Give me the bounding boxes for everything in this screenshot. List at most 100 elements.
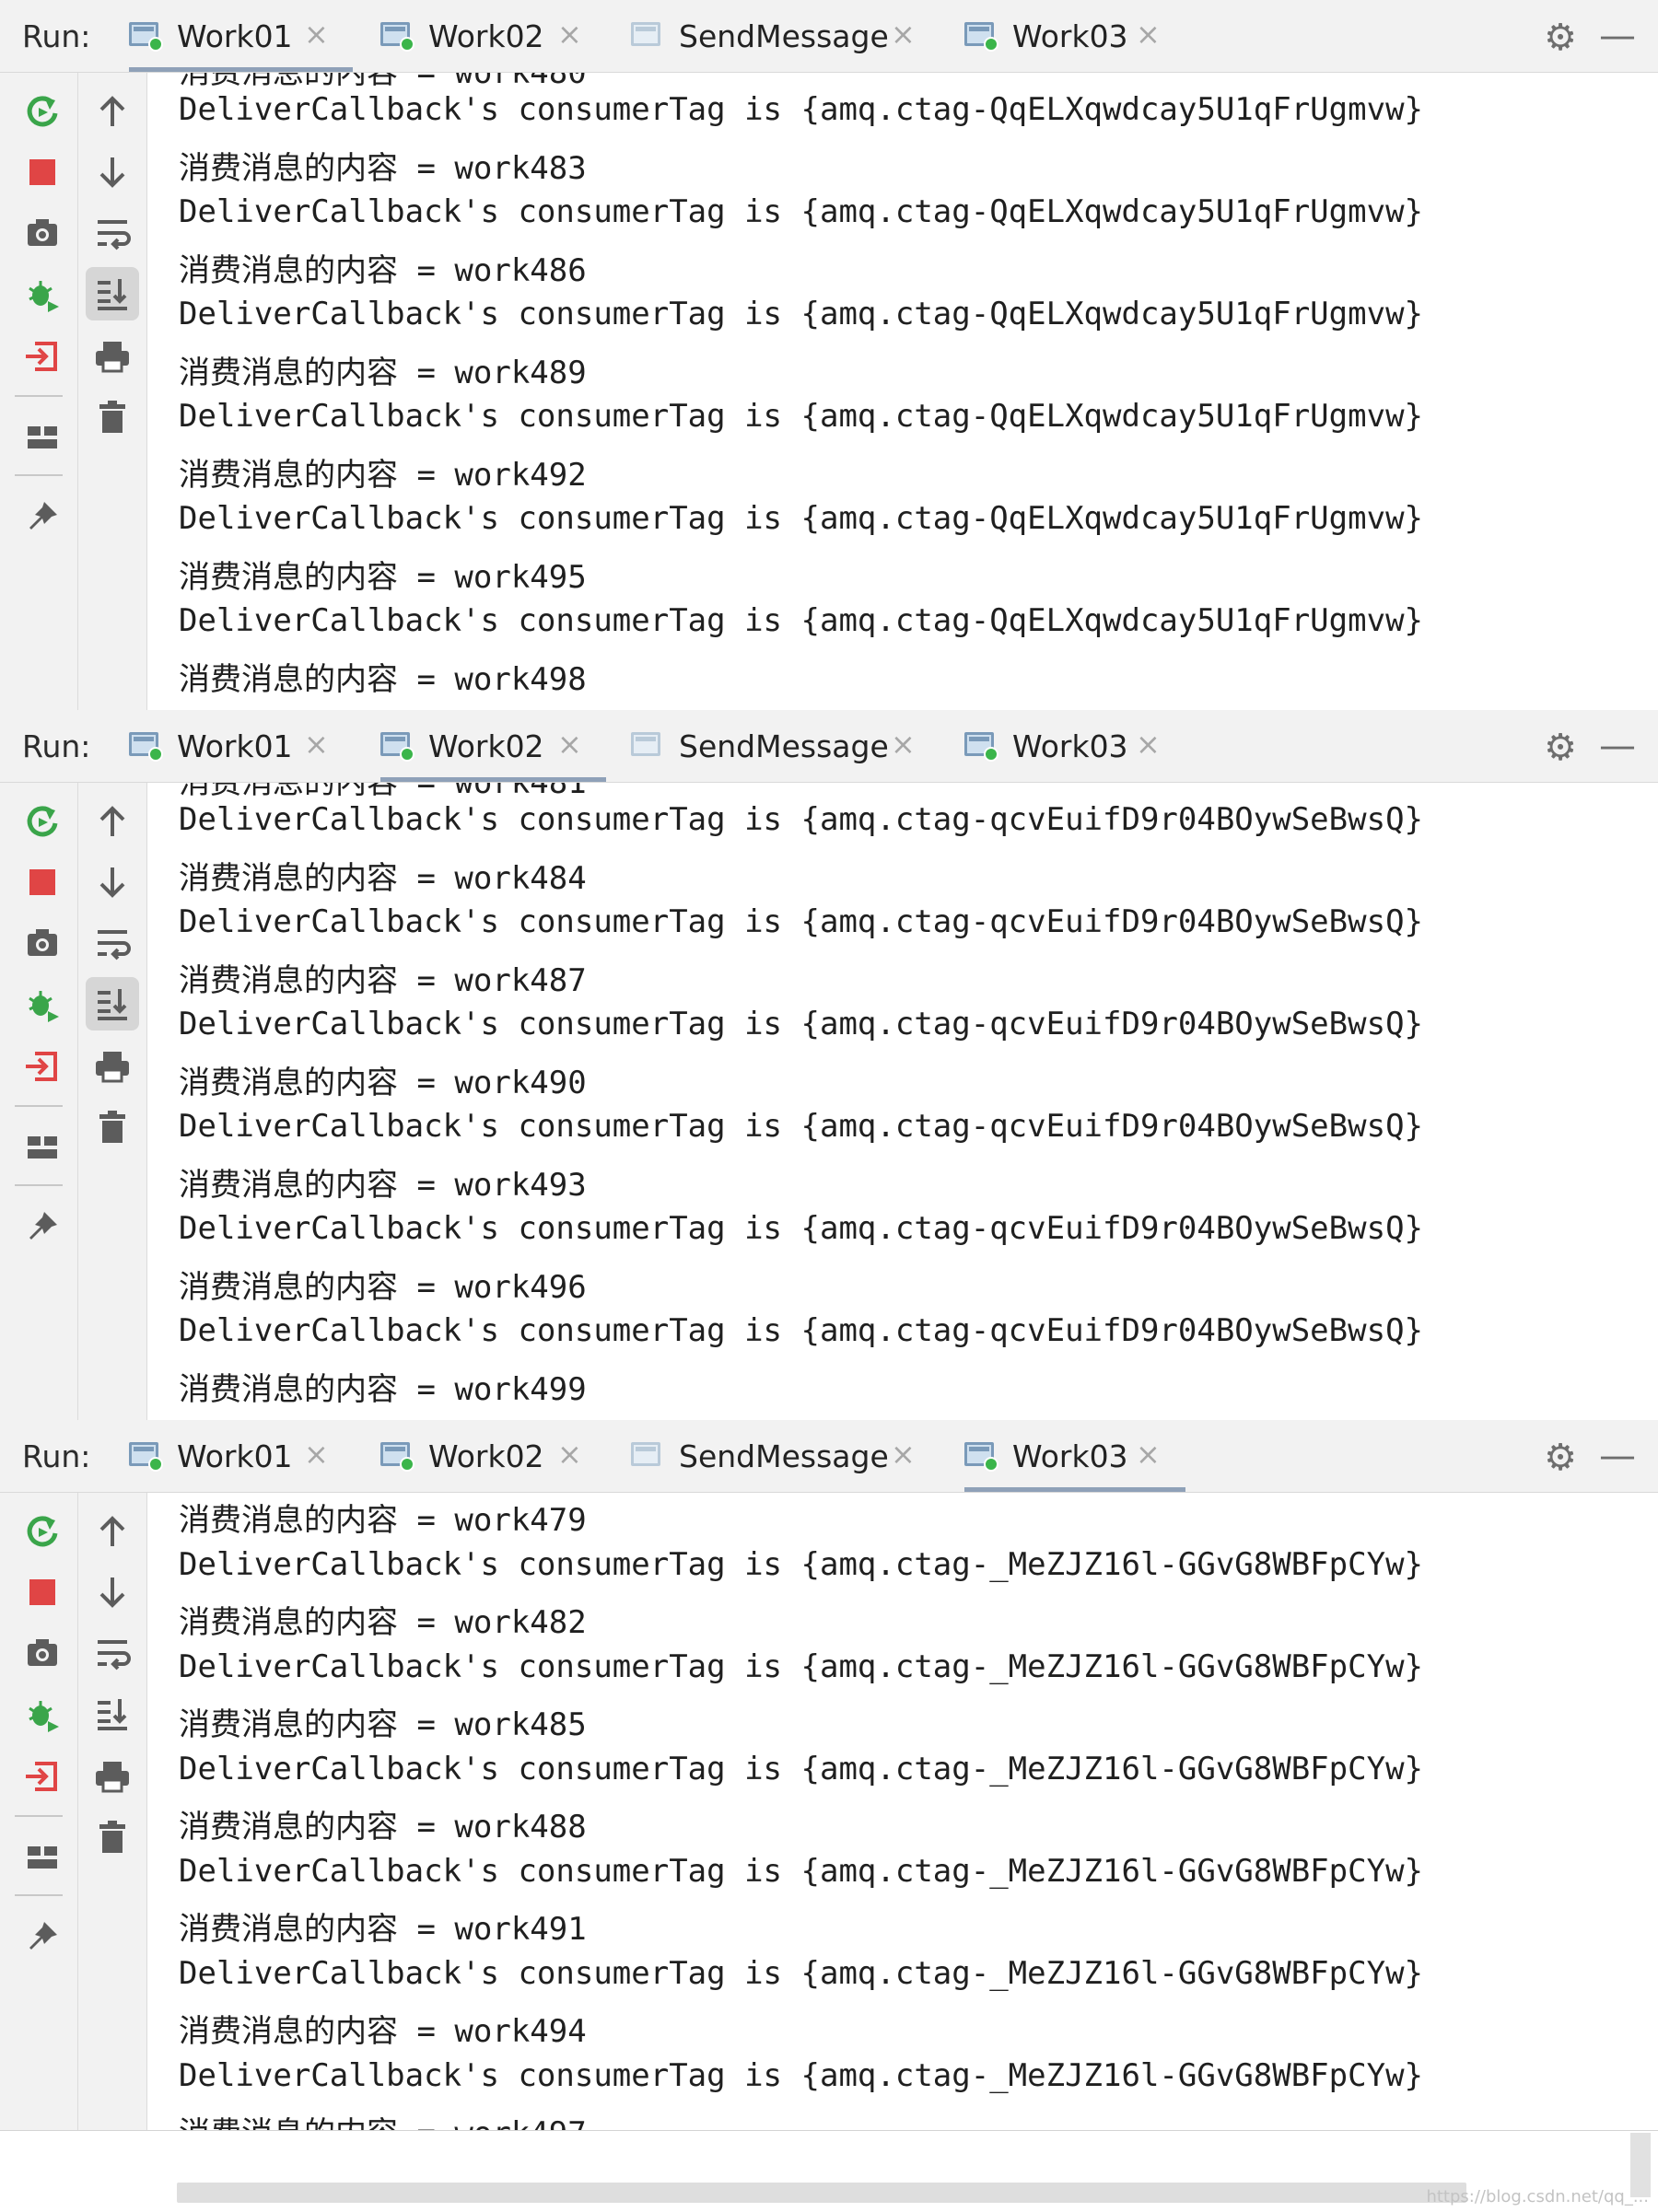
run-toolbar-primary: [0, 783, 78, 1420]
close-icon[interactable]: ×: [557, 727, 582, 762]
tab-work02[interactable]: Work02 ×: [380, 0, 606, 72]
close-icon[interactable]: ×: [304, 17, 329, 52]
rerun-icon[interactable]: [20, 799, 64, 844]
console-line: 消费消息的内容 = work484: [179, 859, 587, 897]
layout-icon[interactable]: [20, 415, 64, 460]
close-icon[interactable]: ×: [1136, 1437, 1161, 1472]
minimize-icon[interactable]: —: [1599, 15, 1636, 57]
rerun-icon[interactable]: [20, 1509, 64, 1554]
exit-icon[interactable]: [20, 334, 64, 378]
trash-icon[interactable]: [90, 395, 134, 439]
camera-icon[interactable]: [20, 211, 64, 255]
debug-icon[interactable]: [20, 272, 64, 316]
minimize-icon[interactable]: —: [1599, 1435, 1636, 1477]
close-icon[interactable]: ×: [557, 17, 582, 52]
console-window-icon: [964, 1442, 998, 1472]
console-line: DeliverCallback's consumerTag is {amq.ct…: [179, 1545, 1424, 1583]
running-status-icon: [984, 747, 998, 762]
tab-label: Work01: [177, 728, 293, 764]
tab-work03[interactable]: Work03 ×: [964, 710, 1185, 782]
console-line: DeliverCallback's consumerTag is {amq.ct…: [179, 2056, 1424, 2094]
print-icon[interactable]: [90, 334, 134, 378]
exit-icon[interactable]: [20, 1044, 64, 1089]
pin-icon[interactable]: [20, 1915, 64, 1959]
tab-work02[interactable]: Work02 ×: [380, 710, 606, 782]
trash-icon[interactable]: [90, 1815, 134, 1859]
console-line: 消费消息的内容 = work499: [179, 1370, 587, 1408]
layout-icon[interactable]: [20, 1125, 64, 1170]
tab-label: SendMessage: [679, 1438, 889, 1474]
exit-icon[interactable]: [20, 1754, 64, 1799]
close-icon[interactable]: ×: [1136, 727, 1161, 762]
pin-icon[interactable]: [20, 1205, 64, 1249]
tab-label: Work01: [177, 1438, 293, 1474]
scroll-to-end-icon[interactable]: [86, 267, 139, 320]
console-line: 消费消息的内容 = work489: [179, 354, 587, 391]
console-line: 消费消息的内容 = work486: [179, 251, 587, 289]
run-panel-3: Run: Work01 × Work02 × SendMessage × Work03 × ⚙ — 消…: [0, 1420, 1658, 2131]
arrow-down-icon[interactable]: [90, 1570, 134, 1614]
console-line: 消费消息的内容 = work482: [179, 1604, 587, 1641]
scroll-to-end-icon[interactable]: [86, 977, 139, 1030]
arrow-up-icon[interactable]: [90, 1509, 134, 1554]
arrow-down-icon[interactable]: [90, 150, 134, 194]
gear-icon[interactable]: ⚙: [1544, 727, 1577, 769]
tab-work02[interactable]: Work02 ×: [380, 1420, 606, 1492]
tab-work03[interactable]: Work03 ×: [964, 1420, 1185, 1492]
debug-icon[interactable]: [20, 1692, 64, 1736]
close-icon[interactable]: ×: [891, 1437, 916, 1472]
arrow-down-icon[interactable]: [90, 860, 134, 904]
tab-sendmessage[interactable]: SendMessage ×: [631, 710, 940, 782]
scroll-to-end-icon[interactable]: [90, 1692, 134, 1736]
arrow-up-icon[interactable]: [90, 89, 134, 134]
soft-wrap-icon[interactable]: [90, 1631, 134, 1675]
camera-icon[interactable]: [20, 921, 64, 965]
running-status-icon: [984, 37, 998, 52]
soft-wrap-icon[interactable]: [90, 211, 134, 255]
close-icon[interactable]: ×: [891, 727, 916, 762]
stop-icon[interactable]: [20, 860, 64, 904]
trash-icon[interactable]: [90, 1105, 134, 1149]
tab-work01[interactable]: Work01 ×: [129, 0, 353, 72]
console-window-icon: [631, 22, 660, 46]
console-line: 消费消息的内容 = work495: [179, 558, 587, 596]
close-icon[interactable]: ×: [1136, 17, 1161, 52]
close-icon[interactable]: ×: [304, 727, 329, 762]
pin-icon[interactable]: [20, 495, 64, 539]
close-icon[interactable]: ×: [557, 1437, 582, 1472]
camera-icon[interactable]: [20, 1631, 64, 1675]
stop-icon[interactable]: [20, 1570, 64, 1614]
tab-work03[interactable]: Work03 ×: [964, 0, 1185, 72]
console-window-icon: [631, 732, 660, 756]
tab-label: Work02: [428, 728, 544, 764]
horizontal-scrollbar[interactable]: [177, 2183, 1466, 2203]
gear-icon[interactable]: ⚙: [1544, 1437, 1577, 1479]
console-line: 消费消息的内容 = work485: [179, 1706, 587, 1743]
run-toolbar-primary: [0, 73, 78, 710]
console-line-partial: 消费消息的内容 = work480: [179, 73, 587, 91]
tab-sendmessage[interactable]: SendMessage ×: [631, 0, 940, 72]
console-line: 消费消息的内容 = work488: [179, 1809, 587, 1845]
close-icon[interactable]: ×: [891, 17, 916, 52]
gear-icon[interactable]: ⚙: [1544, 17, 1577, 59]
layout-icon[interactable]: [20, 1835, 64, 1880]
tab-sendmessage[interactable]: SendMessage ×: [631, 1420, 940, 1492]
debug-icon[interactable]: [20, 982, 64, 1026]
tab-work01[interactable]: Work01 ×: [129, 710, 353, 782]
stop-icon[interactable]: [20, 150, 64, 194]
print-icon[interactable]: [90, 1044, 134, 1089]
tab-label: Work03: [1012, 18, 1128, 54]
console-output[interactable]: 消费消息的内容 = work481 DeliverCallback's consu…: [147, 783, 1658, 1420]
print-icon[interactable]: [90, 1754, 134, 1799]
console-output[interactable]: 消费消息的内容 = work479 DeliverCallback's consu…: [147, 1493, 1658, 2130]
console-output[interactable]: 消费消息的内容 = work480 DeliverCallback's consu…: [147, 73, 1658, 710]
minimize-icon[interactable]: —: [1599, 725, 1636, 767]
rerun-icon[interactable]: [20, 89, 64, 134]
run-panel-2: Run: Work01 × Work02 × SendMessage × Work03 × ⚙ — 消…: [0, 710, 1658, 1421]
soft-wrap-icon[interactable]: [90, 921, 134, 965]
run-toolbar-primary: [0, 1493, 78, 2130]
arrow-up-icon[interactable]: [90, 799, 134, 844]
close-icon[interactable]: ×: [304, 1437, 329, 1472]
console-line: DeliverCallback's consumerTag is {amq.ct…: [179, 296, 1424, 332]
tab-work01[interactable]: Work01 ×: [129, 1420, 353, 1492]
